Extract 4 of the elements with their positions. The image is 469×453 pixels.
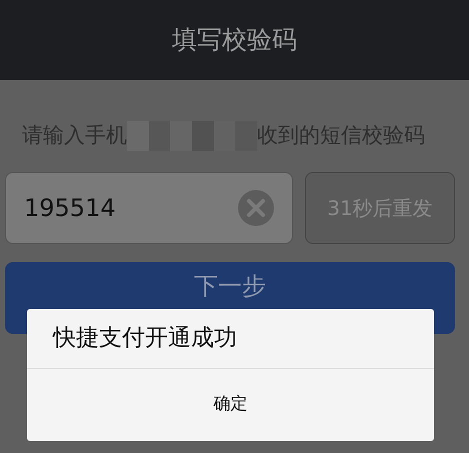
- code-input-field[interactable]: 195514: [5, 172, 293, 244]
- page-title: 填写校验码: [172, 24, 297, 56]
- confirm-button[interactable]: 确定: [27, 369, 434, 441]
- clear-icon[interactable]: [238, 190, 274, 226]
